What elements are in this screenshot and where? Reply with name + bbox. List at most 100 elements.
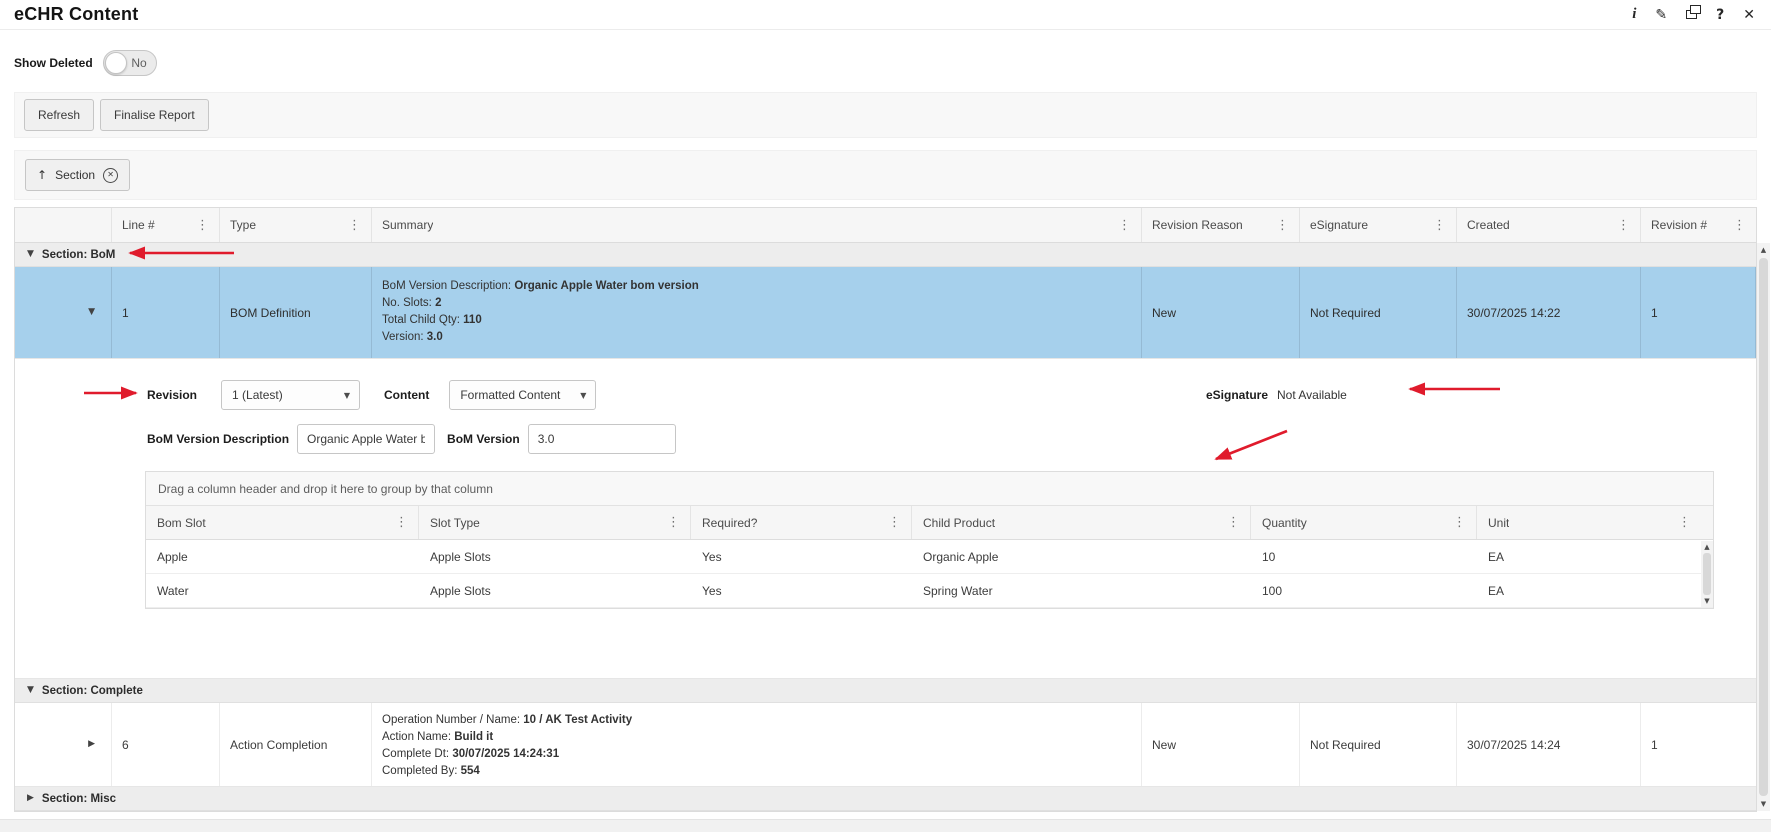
column-header-summary[interactable]: Summary ⋮ (372, 208, 1142, 242)
column-header-type[interactable]: Type ⋮ (220, 208, 372, 242)
grid-main: Line # ⋮ Type ⋮ Summary ⋮ Revision Reaso… (14, 207, 1757, 812)
action-completion-row[interactable]: ▶ 6 Action Completion Operation Number /… (15, 703, 1756, 787)
collapse-group-icon[interactable]: ▼ (27, 250, 34, 259)
column-menu-icon[interactable]: ⋮ (664, 515, 683, 530)
cell-slot-type: Apple Slots (430, 583, 491, 598)
popout-window-icon[interactable] (1686, 5, 1702, 19)
expand-group-icon[interactable]: ▶ (27, 794, 34, 803)
column-menu-icon[interactable]: ⋮ (193, 218, 212, 233)
summary-line: Version: 3.0 (382, 331, 443, 343)
column-header-bom-slot[interactable]: Bom Slot ⋮ (146, 506, 419, 539)
cell-unit: EA (1488, 583, 1505, 598)
column-menu-icon[interactable]: ⋮ (345, 218, 364, 233)
scroll-down-icon[interactable]: ▼ (1761, 800, 1766, 808)
group-row-bom[interactable]: ▼ Section: BoM (15, 243, 1756, 267)
group-label-misc: Section: Misc (41, 792, 117, 805)
info-icon[interactable]: i (1632, 7, 1636, 22)
expand-detail-icon[interactable]: ▶ (88, 740, 95, 749)
column-menu-icon[interactable]: ⋮ (1730, 218, 1749, 233)
column-menu-icon[interactable]: ⋮ (1273, 218, 1292, 233)
scroll-down-icon[interactable]: ▼ (1704, 597, 1709, 605)
cell-summary: Operation Number / Name: 10 / AK Test Ac… (372, 703, 1142, 786)
edit-icon[interactable]: ✎ (1655, 8, 1667, 22)
expand-cell: ▶ (15, 703, 112, 786)
column-menu-icon[interactable]: ⋮ (1224, 515, 1243, 530)
show-deleted-toggle[interactable]: No (102, 50, 157, 76)
column-header-revision-reason[interactable]: Revision Reason ⋮ (1142, 208, 1300, 242)
bom-version-input[interactable] (527, 424, 676, 454)
group-by-bar[interactable]: ↑ Section ✕ (14, 150, 1757, 200)
column-header-line[interactable]: Line # ⋮ (112, 208, 220, 242)
dropdown-arrow-icon[interactable]: ▼ (344, 391, 350, 400)
column-header-quantity[interactable]: Quantity ⋮ (1251, 506, 1477, 539)
column-label-line: Line # (122, 218, 155, 232)
column-header-required[interactable]: Required? ⋮ (691, 506, 912, 539)
esignature-label: eSignature (1206, 388, 1269, 402)
titlebar-icons: i ✎ ? ✕ (1632, 5, 1755, 22)
column-header-child-product[interactable]: Child Product ⋮ (912, 506, 1251, 539)
toggle-value: No (131, 56, 147, 70)
summary-line: Operation Number / Name: 10 / AK Test Ac… (382, 714, 633, 726)
dropdown-arrow-icon[interactable]: ▼ (580, 391, 586, 400)
column-header-revision-no[interactable]: Revision # ⋮ (1641, 208, 1756, 242)
horizontal-scrollbar-track[interactable] (0, 819, 1771, 832)
group-row-misc[interactable]: ▶ Section: Misc (15, 787, 1756, 811)
scrollbar-thumb[interactable] (1703, 553, 1711, 595)
esignature-value: Not Available (1277, 388, 1347, 402)
column-header-slot-type[interactable]: Slot Type ⋮ (419, 506, 691, 539)
scrollbar-thumb[interactable] (1759, 258, 1768, 796)
column-header-created[interactable]: Created ⋮ (1457, 208, 1641, 242)
page-title: eCHR Content (14, 4, 139, 24)
action-toolbar: Refresh Finalise Report (14, 92, 1757, 138)
popout-shape (1686, 5, 1702, 19)
esignature-status: eSignature Not Available (1206, 379, 1347, 411)
column-menu-icon[interactable]: ⋮ (1450, 515, 1469, 530)
column-menu-icon[interactable]: ⋮ (1614, 218, 1633, 233)
column-menu-icon[interactable]: ⋮ (392, 515, 411, 530)
revision-dropdown-value: 1 (Latest) (232, 388, 283, 402)
bom-slot-row-apple[interactable]: Apple Apple Slots Yes Organic Apple 10 E… (146, 540, 1713, 574)
show-deleted-row: Show Deleted No (0, 30, 1771, 78)
group-drop-zone[interactable]: Drag a column header and drop it here to… (146, 472, 1713, 506)
cell-unit: EA (1488, 549, 1505, 564)
column-label-revision-no: Revision # (1651, 218, 1708, 232)
column-menu-icon[interactable]: ⋮ (885, 515, 904, 530)
inner-grid-scrollbar[interactable]: ▲ ▼ (1701, 541, 1713, 607)
bom-version-description-input[interactable] (297, 424, 436, 454)
column-label-type: Type (230, 218, 257, 232)
cell-esignature: Not Required (1300, 703, 1457, 786)
group-chip-section[interactable]: ↑ Section ✕ (25, 159, 131, 191)
scroll-up-icon[interactable]: ▲ (1704, 543, 1709, 551)
collapse-detail-icon[interactable]: ▼ (88, 308, 95, 317)
group-row-complete[interactable]: ▼ Section: Complete (15, 679, 1756, 703)
close-icon[interactable]: ✕ (1743, 8, 1755, 22)
grid-vertical-scrollbar[interactable]: ▲ ▼ (1757, 243, 1770, 811)
cell-type: BOM Definition (220, 267, 372, 358)
cell-child-product: Spring Water (923, 583, 993, 598)
summary-line: BoM Version Description: Organic Apple W… (382, 280, 699, 292)
sort-ascending-icon[interactable]: ↑ (37, 168, 47, 182)
help-icon[interactable]: ? (1716, 8, 1724, 22)
column-header-unit[interactable]: Unit ⋮ (1477, 506, 1701, 539)
bom-definition-row[interactable]: ▼ 1 BOM Definition BoM Version Descripti… (15, 267, 1756, 359)
grid-header-row: Line # ⋮ Type ⋮ Summary ⋮ Revision Reaso… (15, 208, 1756, 243)
revision-dropdown[interactable]: 1 (Latest) ▼ (221, 380, 361, 410)
bom-slot-row-water[interactable]: Water Apple Slots Yes Spring Water 100 E… (146, 574, 1713, 608)
cell-child-product: Organic Apple (923, 549, 999, 564)
cell-created: 30/07/2025 14:24 (1457, 703, 1641, 786)
column-label-created: Created (1467, 218, 1510, 232)
detail-form-row-2: BoM Version Description BoM Version (147, 423, 676, 455)
collapse-group-icon[interactable]: ▼ (27, 686, 34, 695)
toggle-knob (104, 52, 127, 74)
column-label-unit: Unit (1488, 515, 1510, 530)
column-header-esignature[interactable]: eSignature ⋮ (1300, 208, 1457, 242)
content-dropdown[interactable]: Formatted Content ▼ (449, 380, 597, 410)
remove-group-icon[interactable]: ✕ (103, 167, 119, 183)
finalise-report-button[interactable]: Finalise Report (100, 99, 209, 131)
scroll-up-icon[interactable]: ▲ (1761, 246, 1766, 254)
refresh-button[interactable]: Refresh (24, 99, 95, 131)
column-menu-icon[interactable]: ⋮ (1430, 218, 1449, 233)
cell-revision-no: 1 (1641, 267, 1756, 358)
column-menu-icon[interactable]: ⋮ (1675, 515, 1694, 530)
column-menu-icon[interactable]: ⋮ (1115, 218, 1134, 233)
